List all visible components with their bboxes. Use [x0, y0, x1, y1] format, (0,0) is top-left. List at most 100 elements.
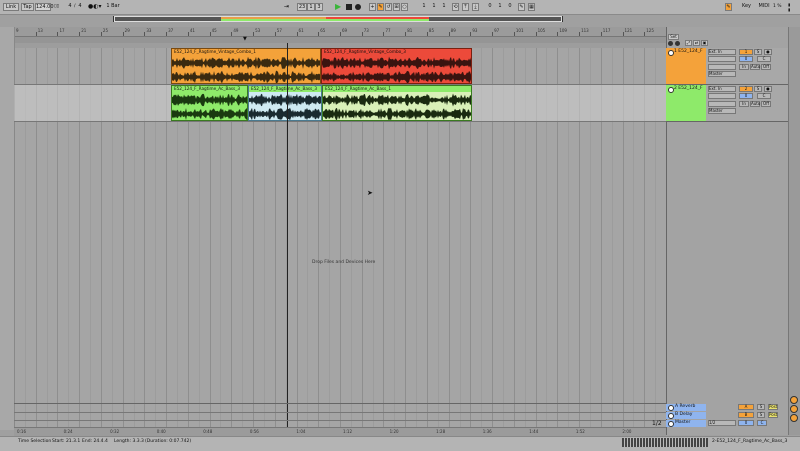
view-switch-arrange-icon[interactable] [790, 396, 798, 404]
locator-next-icon[interactable] [675, 41, 680, 46]
pan-field[interactable]: C [757, 93, 771, 99]
monitor-select[interactable] [708, 101, 736, 107]
tempo-nudge-icons[interactable]: ▯▯ [54, 4, 59, 9]
track-fold-icon[interactable] [668, 421, 674, 427]
input-type-select[interactable]: Ext. In [708, 49, 736, 55]
pan-field[interactable]: C [757, 56, 771, 62]
track-activator[interactable]: 2 [739, 86, 753, 92]
fold-button[interactable]: ⤢ [685, 40, 692, 46]
clip-selected[interactable]: E52_124_F_Ragtime_Ac_Bass_3 [248, 85, 322, 121]
arm-button[interactable]: ● [764, 86, 772, 92]
punch-in-button[interactable]: ⤒ [462, 3, 469, 11]
solo-button[interactable]: S [754, 86, 762, 92]
return-send-a[interactable]: Post [768, 404, 778, 410]
clip[interactable]: E52_124_F_Ragtime_Ac_Bass_3 [171, 85, 248, 121]
stop-button[interactable] [346, 4, 352, 10]
arrangement-position-sixteenth[interactable]: 3 [315, 3, 323, 11]
in-mode-button[interactable]: In [739, 101, 749, 107]
metronome-quantize-select[interactable]: 1 Bar [104, 3, 122, 11]
return-activator-a[interactable]: A [738, 404, 754, 410]
playhead-marker-icon[interactable]: ▼ [243, 37, 247, 42]
locator-prev-icon[interactable] [668, 41, 673, 46]
track-name[interactable]: 2 E52_124_F [674, 86, 703, 91]
view-switch-session-icon[interactable] [790, 405, 798, 413]
in-mode-button[interactable]: In [739, 64, 749, 70]
loop-length-beat[interactable]: 1 [496, 3, 504, 11]
arm-button[interactable]: ● [764, 49, 772, 55]
return-header-a[interactable]: A Reverb [666, 404, 706, 411]
follow-icon[interactable]: ⇥ [284, 3, 289, 10]
track-activator[interactable]: 1 [739, 49, 753, 55]
vertical-scrollbar[interactable] [788, 27, 800, 435]
off-mode-button[interactable]: Off [761, 64, 771, 70]
overview-mini-map[interactable] [622, 438, 708, 447]
auto-mode-button[interactable]: Auto [750, 64, 760, 70]
output-select[interactable]: Master [708, 71, 736, 77]
master-output-select[interactable]: 1/2 [708, 420, 736, 426]
auto-mode-button[interactable]: Auto [750, 101, 760, 107]
time-signature-numerator[interactable]: 4 [67, 3, 73, 11]
io-toggle-button[interactable]: ⇄ [693, 40, 700, 46]
master-pan-field[interactable]: C [757, 420, 767, 426]
link-button[interactable]: Link [3, 3, 19, 11]
capture-button[interactable]: ⊞ [393, 3, 400, 11]
volume-field[interactable]: 0 [739, 56, 753, 62]
loop-length-bar[interactable]: 0 [486, 3, 494, 11]
time-signature-denominator[interactable]: 4 [77, 3, 83, 11]
output-select[interactable]: Master [708, 108, 736, 114]
midi-map-button[interactable]: MIDI [757, 3, 771, 11]
track-header-2[interactable]: 2 E52_124_F [666, 85, 706, 122]
return-activator-b[interactable]: B [738, 412, 754, 418]
clip[interactable]: E52_124_F_Ragtime_Vintage_Combo_1 [171, 48, 321, 84]
master-header[interactable]: Master [666, 420, 706, 427]
return-header-b[interactable]: B Delay [666, 412, 706, 419]
track-header-1[interactable]: 1 E52_124_F [666, 48, 706, 85]
reenable-automation-button[interactable]: ↺ [385, 3, 392, 11]
key-map-button[interactable]: Key [740, 3, 753, 11]
overdub-button[interactable]: + [369, 3, 376, 11]
loop-length-sixteenth[interactable]: 0 [506, 3, 514, 11]
automation-arm-button[interactable]: ✎ [377, 3, 384, 11]
tap-tempo-button[interactable]: Tap [21, 3, 34, 11]
time-ruler-bottom[interactable]: 0:16 0:24 0:32 0:40 0:48 0:56 1:04 1:12 1:20 1:28… [14, 427, 666, 436]
sends-toggle-button[interactable]: ▣ [701, 40, 708, 46]
track-name[interactable]: 1 E52_124_F [674, 49, 703, 54]
return-lanes[interactable] [14, 403, 666, 428]
punch-out-button[interactable]: ⤓ [472, 3, 479, 11]
loop-start-beat[interactable]: 1 [430, 3, 438, 11]
loop-switch-button[interactable]: ⟲ [452, 3, 459, 11]
metronome-icon[interactable]: ●◐▾ [88, 3, 101, 10]
track-fold-icon[interactable] [668, 405, 674, 411]
track-fold-icon[interactable] [668, 413, 674, 419]
set-button[interactable]: Set [668, 34, 679, 40]
beat-time-ruler[interactable]: 9 13 17 21 25 29 33 37 41 45 49 53 57 61 65 69 73 77 81 85 8… [14, 27, 666, 37]
monitor-select[interactable] [708, 64, 736, 70]
return-send-b[interactable]: Post [768, 412, 778, 418]
clip[interactable]: E52_124_F_Ragtime_Vintage_Combo_3 [321, 48, 472, 84]
return-solo-b[interactable]: S [757, 412, 765, 418]
input-channel-select[interactable] [708, 93, 736, 99]
input-type-select[interactable]: Ext. In [708, 86, 736, 92]
session-record-button[interactable]: ○ [401, 3, 408, 11]
master-volume-field[interactable]: 0 [738, 420, 754, 426]
record-button[interactable] [355, 4, 361, 10]
view-switch-detail-icon[interactable] [790, 414, 798, 422]
ruler-bar-label: 33 [146, 28, 152, 33]
loop-start-sixteenth[interactable]: 1 [440, 3, 448, 11]
computer-midi-keyboard-button[interactable]: ▦ [528, 3, 535, 11]
arrangement-position-bar[interactable]: 23 [297, 3, 307, 11]
return-solo-a[interactable]: S [757, 404, 765, 410]
arrangement-overview[interactable] [113, 16, 563, 22]
draw-mode-button[interactable]: ✎ [518, 3, 525, 11]
input-channel-select[interactable] [708, 56, 736, 62]
tempo-field[interactable]: 124.00 [35, 3, 54, 11]
overview-view-window[interactable] [114, 16, 562, 22]
key-map-icon[interactable]: ✎ [725, 3, 732, 11]
clip[interactable]: E52_124_F_Ragtime_Ac_Bass_1 [322, 85, 472, 121]
arrangement-position-beat[interactable]: 1 [307, 3, 315, 11]
volume-field[interactable]: 0 [739, 93, 753, 99]
play-button[interactable]: ▶ [335, 3, 343, 11]
solo-button[interactable]: S [754, 49, 762, 55]
loop-start-bar[interactable]: 1 [420, 3, 428, 11]
off-mode-button[interactable]: Off [761, 101, 771, 107]
